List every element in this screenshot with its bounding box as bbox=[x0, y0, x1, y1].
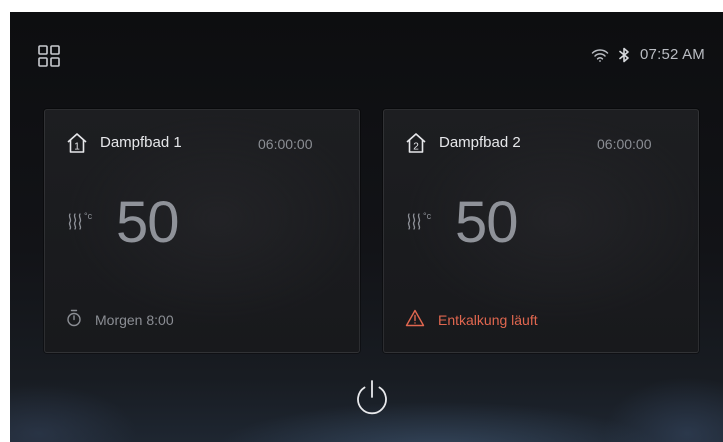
room-card-1[interactable]: 1 Dampfbad 1 06:00:00 °c 50 Morgen 8:00 bbox=[44, 109, 360, 353]
grid-menu-icon[interactable] bbox=[37, 44, 61, 68]
home-1-icon: 1 bbox=[66, 132, 88, 159]
bluetooth-icon bbox=[619, 47, 630, 63]
temperature-value: 50 bbox=[116, 190, 180, 255]
svg-text:2: 2 bbox=[413, 142, 419, 153]
temp-unit: °c bbox=[423, 211, 432, 221]
wifi-icon bbox=[591, 48, 609, 62]
room-footer: Entkalkung läuft bbox=[405, 309, 538, 330]
room-timer: 06:00:00 bbox=[597, 136, 652, 152]
schedule-text: Morgen 8:00 bbox=[95, 311, 174, 328]
heat-icon: °c bbox=[406, 211, 432, 230]
warning-icon bbox=[405, 309, 425, 330]
room-card-2[interactable]: 2 Dampfbad 2 06:00:00 °c 50 Entkalkung l… bbox=[383, 109, 699, 353]
room-name: Dampfbad 1 bbox=[100, 134, 182, 151]
screen: 07:52 AM 1 Dampfbad 1 06:00:00 °c 50 Mor… bbox=[10, 12, 723, 442]
room-footer: Morgen 8:00 bbox=[66, 309, 174, 330]
heat-icon: °c bbox=[67, 211, 93, 230]
room-name: Dampfbad 2 bbox=[439, 134, 521, 151]
status-text: Entkalkung läuft bbox=[438, 311, 538, 328]
temperature-value: 50 bbox=[455, 190, 519, 255]
svg-text:1: 1 bbox=[74, 142, 80, 153]
room-timer: 06:00:00 bbox=[258, 136, 313, 152]
status-bar: 07:52 AM bbox=[591, 46, 705, 63]
power-button[interactable] bbox=[350, 377, 394, 421]
temp-unit: °c bbox=[84, 211, 93, 221]
clock: 07:52 AM bbox=[640, 46, 705, 63]
home-2-icon: 2 bbox=[405, 132, 427, 159]
stopwatch-icon bbox=[66, 309, 82, 330]
